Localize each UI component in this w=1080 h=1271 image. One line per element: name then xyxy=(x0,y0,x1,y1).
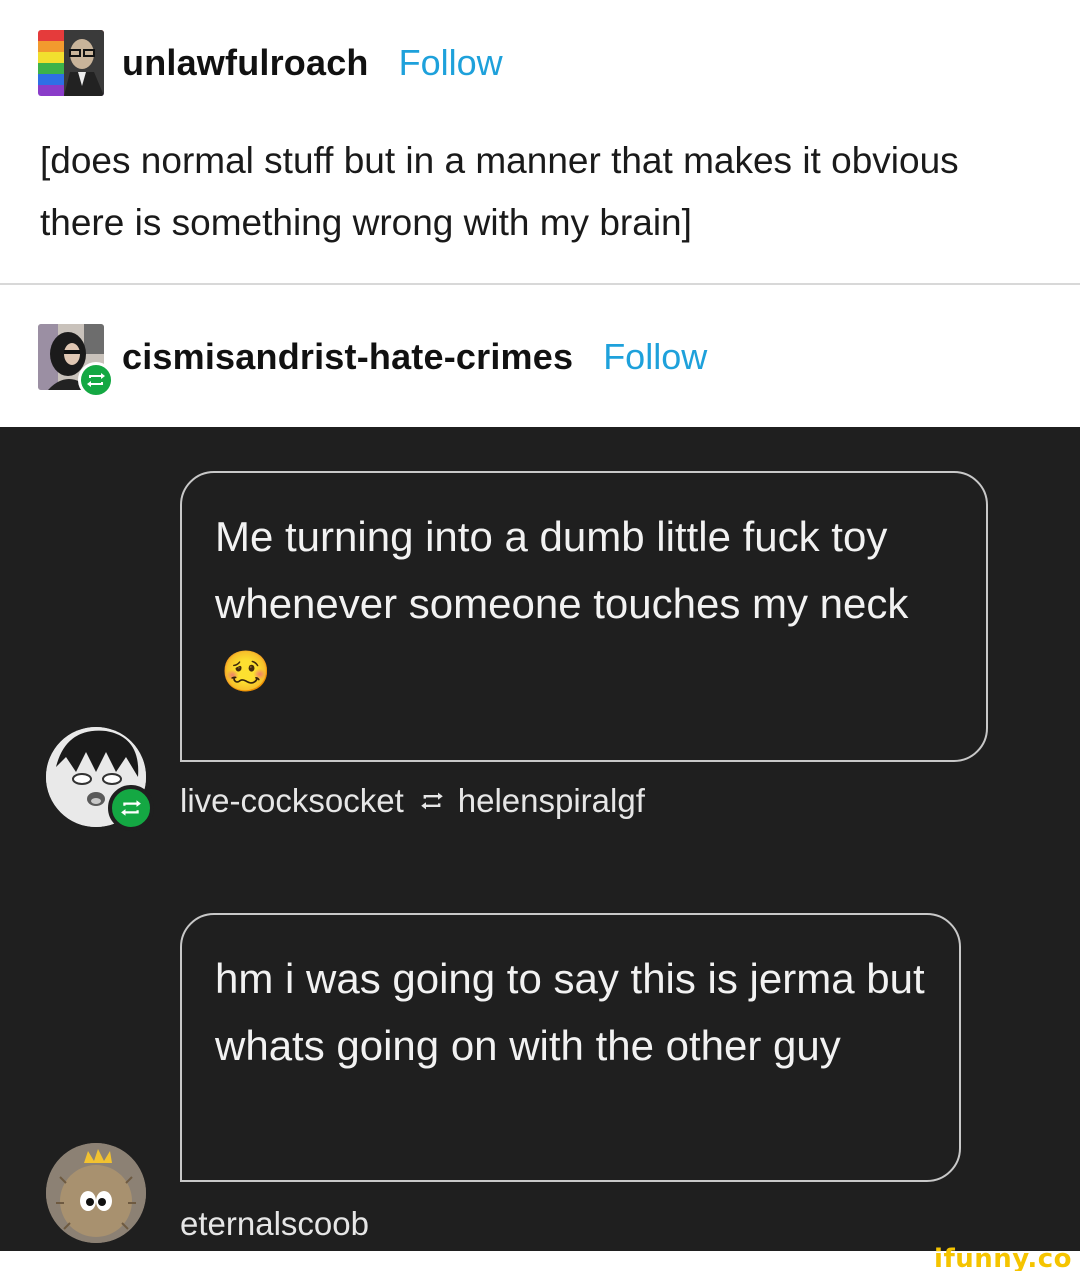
reblogged-from-username[interactable]: helenspiralgf xyxy=(458,782,645,820)
message-attribution: eternalscoob xyxy=(180,1205,369,1243)
post-body-text: [does normal stuff but in a manner that … xyxy=(40,140,959,243)
post-username[interactable]: unlawfulroach xyxy=(122,42,369,84)
message-bubble: hm i was going to say this is jerma but … xyxy=(180,913,961,1182)
avatar-eternalscoob[interactable] xyxy=(46,1143,146,1243)
message-attribution: live-cocksocket helenspiralgf xyxy=(180,782,645,820)
reblog-follow-button[interactable]: Follow xyxy=(603,336,707,378)
watermark-bar xyxy=(0,1251,1080,1271)
message-text: hm i was going to say this is jerma but … xyxy=(215,955,925,1069)
author-username[interactable]: eternalscoob xyxy=(180,1205,369,1243)
author-username[interactable]: live-cocksocket xyxy=(180,782,404,820)
post-header: unlawfulroach Follow xyxy=(38,28,503,98)
reblog-icon xyxy=(420,791,444,811)
avatar-cismisandrist[interactable] xyxy=(38,324,114,398)
embedded-screenshot: Me turning into a dumb little fuck toy w… xyxy=(0,427,1080,1251)
message-bubble: Me turning into a dumb little fuck toy w… xyxy=(180,471,988,762)
woozy-face-emoji: 🥴 xyxy=(221,649,271,695)
reblog-username[interactable]: cismisandrist-hate-crimes xyxy=(122,336,573,378)
reblog-icon xyxy=(108,785,154,831)
message-text: Me turning into a dumb little fuck toy w… xyxy=(215,513,909,627)
follow-button[interactable]: Follow xyxy=(399,42,503,84)
divider xyxy=(0,283,1080,285)
ifunny-watermark: ifunny.co xyxy=(934,1244,1072,1271)
reblog-icon xyxy=(78,362,114,398)
avatar-unlawfulroach[interactable] xyxy=(38,30,104,96)
reblog-header: cismisandrist-hate-crimes Follow xyxy=(38,322,707,398)
